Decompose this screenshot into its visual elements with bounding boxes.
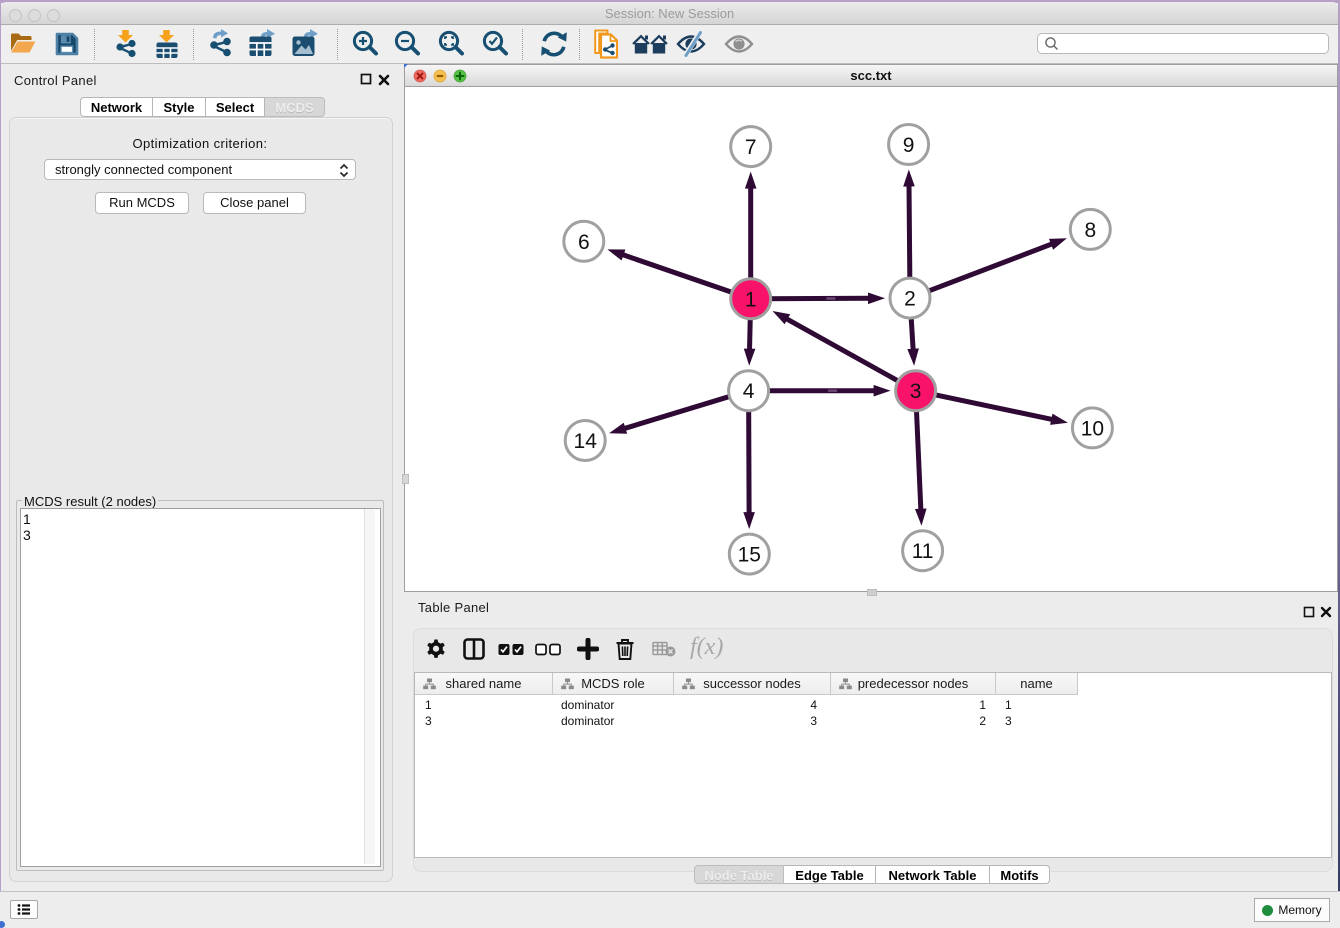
svg-text:15: 15 — [738, 544, 761, 567]
svg-text:1: 1 — [745, 288, 757, 311]
svg-text:10: 10 — [1081, 417, 1104, 440]
svg-text:8: 8 — [1084, 219, 1096, 242]
svg-text:14: 14 — [574, 430, 598, 453]
svg-text:9: 9 — [903, 134, 915, 157]
svg-text:2: 2 — [904, 288, 916, 311]
svg-text:7: 7 — [745, 136, 757, 159]
svg-text:4: 4 — [743, 380, 755, 403]
svg-text:3: 3 — [910, 380, 922, 403]
svg-text:11: 11 — [912, 540, 934, 563]
svg-text:6: 6 — [578, 231, 590, 254]
